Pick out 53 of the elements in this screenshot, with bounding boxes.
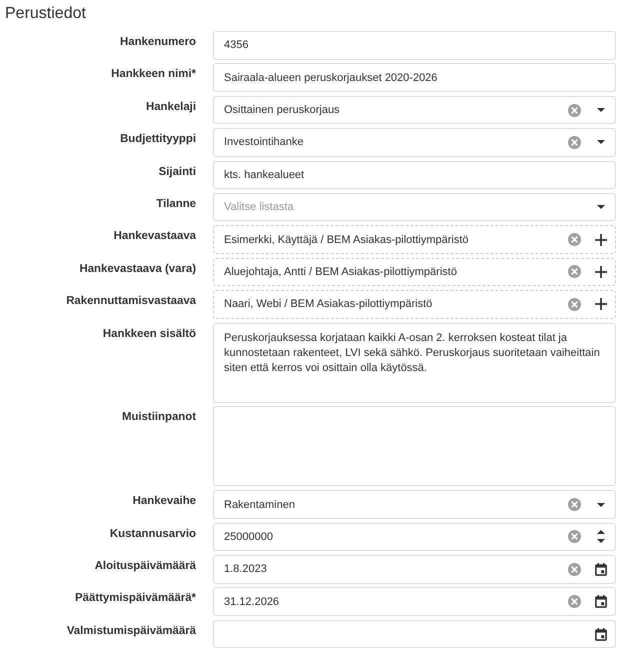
field-label: Aloituspäivämäärä: [94, 559, 196, 574]
dropdown-field[interactable]: Investointihanke: [213, 128, 616, 157]
field-label: Hankelaji: [144, 100, 196, 115]
caret-down-icon[interactable]: [597, 539, 605, 544]
dropdown-field[interactable]: Rakentaminen: [213, 490, 616, 519]
lookup-field[interactable]: Aluejohtaja, Antti / BEM Asiakas-pilottiympäristö: [213, 258, 616, 286]
text-field[interactable]: Sairaala-alueen peruskorjaukset 2020-2026: [213, 63, 616, 92]
date-field[interactable]: [213, 620, 616, 648]
textarea-field[interactable]: [213, 406, 616, 486]
field-label: Hankkeen nimi*: [110, 67, 196, 82]
calendar-icon[interactable]: [595, 628, 607, 641]
plus-icon[interactable]: [595, 266, 607, 278]
textarea-field[interactable]: Peruskorjauksessa korjataan kaikki A-osan 2. kerroksen kosteat tilat ja kunnostetaan rakenteet, LVI sekä sähkö. Peruskorjaus suoritetaan vaiheittain siten että kerros voi osittain olla käytössä.: [213, 322, 616, 403]
field-label: Hankenumero: [119, 35, 196, 50]
field-label: Valmistumispäivämäärä: [66, 624, 196, 639]
field-label: Tilanne: [155, 196, 196, 212]
lookup-field[interactable]: Esimerkki, Käyttäjä / BEM Asiakas-pilottiympäristö: [213, 225, 616, 254]
section-title: Perustiedot: [5, 4, 86, 24]
clear-icon[interactable]: [568, 595, 581, 608]
field-label: Hankevaihe: [132, 494, 196, 510]
clear-icon[interactable]: [568, 530, 581, 544]
clear-icon[interactable]: [568, 498, 581, 512]
calendar-icon[interactable]: [595, 562, 607, 576]
text-field[interactable]: 4356: [213, 31, 616, 60]
caret-up-icon[interactable]: [597, 530, 605, 534]
field-label: Rakennuttamisvastaava: [65, 294, 196, 310]
field-label: Hankevastaava (vara): [78, 262, 196, 277]
dropdown-field[interactable]: Osittainen peruskorjaus: [213, 96, 616, 124]
field-label: Sijainti: [158, 164, 196, 180]
caret-down-icon[interactable]: [597, 502, 605, 507]
date-field[interactable]: 1.8.2023: [213, 555, 616, 584]
clear-icon[interactable]: [568, 562, 581, 576]
field-label: Hankkeen sisältö: [102, 326, 196, 342]
field-label: Kustannusarvio: [108, 526, 196, 542]
caret-down-icon[interactable]: [597, 140, 605, 144]
caret-down-icon[interactable]: [597, 108, 605, 112]
field-label: Päättymispäivämäärä*: [74, 591, 196, 606]
field-label: Budjettityyppi: [119, 132, 196, 148]
text-field[interactable]: kts. hankealueet: [213, 160, 616, 190]
plus-icon[interactable]: [595, 234, 607, 246]
caret-down-icon[interactable]: [597, 205, 605, 210]
clear-icon[interactable]: [568, 298, 581, 311]
clear-icon[interactable]: [568, 136, 581, 149]
clear-icon[interactable]: [568, 104, 581, 117]
clear-icon[interactable]: [568, 265, 581, 278]
field-label: Muistiinpanot: [120, 410, 196, 426]
clear-icon[interactable]: [568, 233, 581, 246]
calendar-icon[interactable]: [595, 595, 607, 608]
field-label: Hankevastaava: [112, 229, 196, 244]
number-field[interactable]: 25000000: [213, 522, 616, 552]
lookup-field[interactable]: Naari, Webi / BEM Asiakas-pilottiympäristö: [213, 290, 616, 319]
plus-icon[interactable]: [595, 298, 607, 310]
date-field[interactable]: 31.12.2026: [213, 587, 616, 616]
